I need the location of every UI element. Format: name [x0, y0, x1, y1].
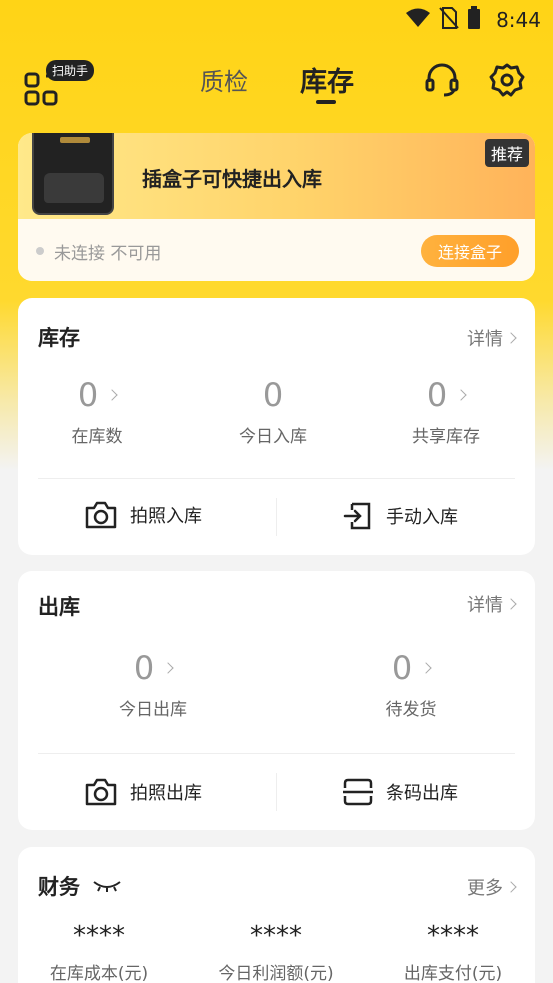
connection-status: 未连接 不可用: [54, 244, 162, 264]
stat-outbound-pay: **** 出库支付(元): [378, 921, 528, 983]
stat-label: 出库支付(元): [403, 964, 503, 983]
active-tab-indicator: [316, 100, 336, 104]
stat-value: ****: [427, 921, 479, 951]
stat-label: 在库数: [71, 427, 123, 447]
battery-icon: [468, 6, 480, 29]
stat-label: 今日入库: [239, 427, 307, 447]
camera-icon: [85, 778, 117, 806]
stat-value: ****: [73, 921, 125, 951]
action-label: 手动入库: [386, 507, 458, 528]
inventory-title: 库存: [38, 326, 80, 350]
status-icons: [405, 6, 481, 30]
chevron-right-icon: [505, 332, 517, 344]
chevron-right-icon: [505, 881, 517, 893]
stat-label: 今日出库: [119, 700, 187, 720]
status-bar: 8:44: [0, 0, 553, 40]
enter-box-icon: [343, 502, 371, 530]
chevron-right-icon: [420, 662, 432, 674]
finance-title: 财务: [38, 875, 80, 899]
promo-top: 插盒子可快捷出入库 推荐: [18, 133, 535, 219]
stat-value: 0: [77, 376, 99, 414]
stat-today-out[interactable]: 0 今日出库: [78, 649, 228, 720]
action-label: 条码出库: [386, 783, 458, 804]
outbound-detail-label: 详情: [467, 595, 503, 616]
stat-value: 0: [391, 649, 413, 687]
chevron-right-icon: [106, 389, 118, 401]
gear-icon[interactable]: [489, 62, 525, 98]
stat-value: 0: [426, 376, 448, 414]
stat-label: 共享库存: [412, 427, 480, 447]
recommend-badge: 推荐: [484, 139, 529, 167]
divider: [38, 478, 515, 479]
divider: [38, 753, 515, 754]
no-sim-icon: [439, 7, 459, 29]
chevron-right-icon: [162, 662, 174, 674]
tab-inventory[interactable]: 库存: [300, 60, 354, 99]
top-header: 扫助手 质检 库存: [0, 52, 553, 112]
stat-shared-stock[interactable]: 0 共享库存: [371, 376, 521, 447]
tab-quality-check[interactable]: 质检: [200, 62, 248, 97]
stat-in-stock[interactable]: 0 在库数: [22, 376, 172, 447]
finance-more-label: 更多: [467, 878, 503, 899]
box-promo-banner[interactable]: 插盒子可快捷出入库 推荐 未连接 不可用 连接盒子: [18, 133, 535, 281]
outbound-detail-link[interactable]: 详情: [467, 591, 517, 617]
eye-closed-icon[interactable]: [92, 879, 122, 893]
stat-value: 0: [262, 376, 284, 414]
scan-assistant-badge: 扫助手: [46, 60, 95, 81]
photo-outbound-button[interactable]: 拍照出库: [84, 777, 202, 807]
outbound-card: 出库 详情 0 今日出库 0 待发货 拍照出库 条码出库: [18, 571, 535, 830]
stat-value: 0: [133, 649, 155, 687]
stat-today-profit: **** 今日利润额(元): [201, 921, 351, 983]
stat-label: 待发货: [385, 700, 437, 720]
stat-stock-cost: **** 在库成本(元): [24, 921, 174, 983]
camera-icon: [85, 501, 117, 529]
status-time: 8:44: [496, 8, 541, 32]
inventory-detail-label: 详情: [467, 329, 503, 350]
divider: [276, 498, 277, 536]
manual-inbound-button[interactable]: 手动入库: [342, 500, 458, 532]
promo-title: 插盒子可快捷出入库: [142, 167, 322, 191]
stat-value: ****: [250, 921, 302, 951]
promo-status-bar: 未连接 不可用 连接盒子: [18, 219, 535, 281]
box-device-image: [32, 133, 114, 215]
stat-today-in: 0 今日入库: [198, 376, 348, 447]
chevron-right-icon: [455, 389, 467, 401]
status-dot-icon: [36, 247, 44, 255]
finance-more-link[interactable]: 更多: [467, 874, 517, 900]
connect-box-button[interactable]: 连接盒子: [421, 235, 519, 267]
wifi-icon: [406, 8, 430, 27]
action-label: 拍照入库: [130, 506, 202, 527]
finance-title-row: 财务: [38, 871, 122, 901]
inventory-card: 库存 详情 0 在库数 0 今日入库 0 共享库存 拍照入库 手动入库: [18, 298, 535, 555]
inventory-detail-link[interactable]: 详情: [467, 325, 517, 351]
stat-label: 在库成本(元): [49, 964, 149, 983]
finance-card: 财务 更多 **** 在库成本(元) **** 今日利润额(元) **** 出库…: [18, 847, 535, 983]
stat-pending-ship[interactable]: 0 待发货: [336, 649, 486, 720]
outbound-title: 出库: [38, 595, 80, 619]
headset-icon[interactable]: [424, 62, 460, 98]
barcode-scan-icon: [343, 778, 373, 806]
photo-inbound-button[interactable]: 拍照入库: [84, 500, 202, 530]
divider: [276, 773, 277, 811]
barcode-outbound-button[interactable]: 条码出库: [342, 777, 458, 807]
chevron-right-icon: [505, 598, 517, 610]
stat-label: 今日利润额(元): [218, 964, 334, 983]
scan-assistant-button[interactable]: 扫助手: [24, 60, 104, 110]
action-label: 拍照出库: [130, 783, 202, 804]
